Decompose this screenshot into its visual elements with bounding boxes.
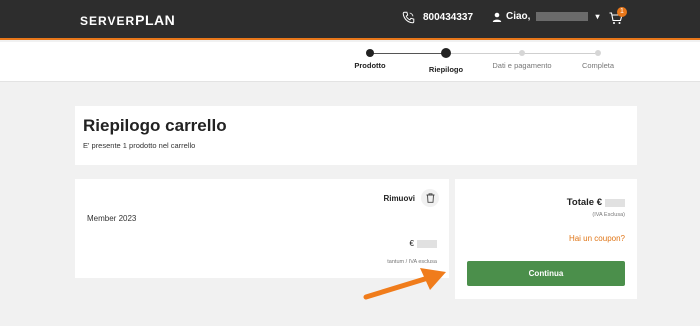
serverplan-logo[interactable]: SERVERPLAN — [80, 12, 175, 28]
cart-summary-header: Riepilogo carrello E' presente 1 prodott… — [75, 106, 637, 165]
step-label-dati-pagamento: Dati e pagamento — [492, 61, 552, 70]
step-label-riepilogo: Riepilogo — [428, 65, 464, 74]
user-menu[interactable]: Ciao, ▾ — [492, 11, 599, 22]
top-navbar: SERVERPLAN 800434337 Ciao, ▾ 1 — [0, 0, 700, 40]
currency-symbol: € — [409, 239, 414, 248]
product-name: Member 2023 — [87, 214, 137, 223]
user-greeting: Ciao, — [506, 11, 531, 22]
trash-icon — [426, 193, 434, 203]
total-amount: Totale € — [567, 197, 625, 208]
order-total-card: Totale € (IVA Esclusa) Hai un coupon? Co… — [455, 179, 637, 299]
annotation-arrow-icon — [363, 268, 446, 300]
step-label-prodotto[interactable]: Prodotto — [354, 61, 385, 70]
continue-button[interactable]: Continua — [467, 261, 625, 286]
page-title: Riepilogo carrello — [83, 116, 227, 135]
logo-text-plan: PLAN — [135, 12, 176, 28]
cart-button[interactable]: 1 — [609, 7, 627, 30]
user-icon — [492, 12, 502, 22]
redacted-total — [605, 198, 625, 207]
cart-count-badge: 1 — [617, 7, 627, 17]
redacted-price — [417, 239, 437, 248]
coupon-link[interactable]: Hai un coupon? — [569, 234, 625, 243]
cart-count-text: E' presente 1 prodotto nel carrello — [83, 141, 196, 150]
caret-down-icon: ▾ — [595, 12, 600, 21]
step-dot-dati-pagamento — [519, 50, 525, 56]
step-dot-completa — [595, 50, 601, 56]
step-connector — [371, 53, 446, 54]
logo-text-server: SERVER — [80, 14, 136, 28]
product-price: € — [410, 239, 437, 248]
vat-note: (IVA Esclusa) — [592, 212, 625, 218]
step-dot-prodotto — [366, 49, 374, 57]
remove-item-button[interactable] — [421, 189, 439, 207]
total-label: Totale € — [566, 197, 602, 208]
step-label-completa: Completa — [581, 61, 615, 70]
step-dot-riepilogo — [441, 48, 451, 58]
remove-button[interactable]: Rimuovi — [383, 194, 415, 203]
redacted-username — [536, 12, 589, 21]
checkout-stepper: Prodotto Riepilogo Dati e pagamento Comp… — [0, 42, 700, 82]
phone-number: 800434337 — [423, 12, 474, 23]
phone-contact[interactable]: 800434337 — [402, 11, 473, 24]
phone-icon — [402, 11, 415, 24]
